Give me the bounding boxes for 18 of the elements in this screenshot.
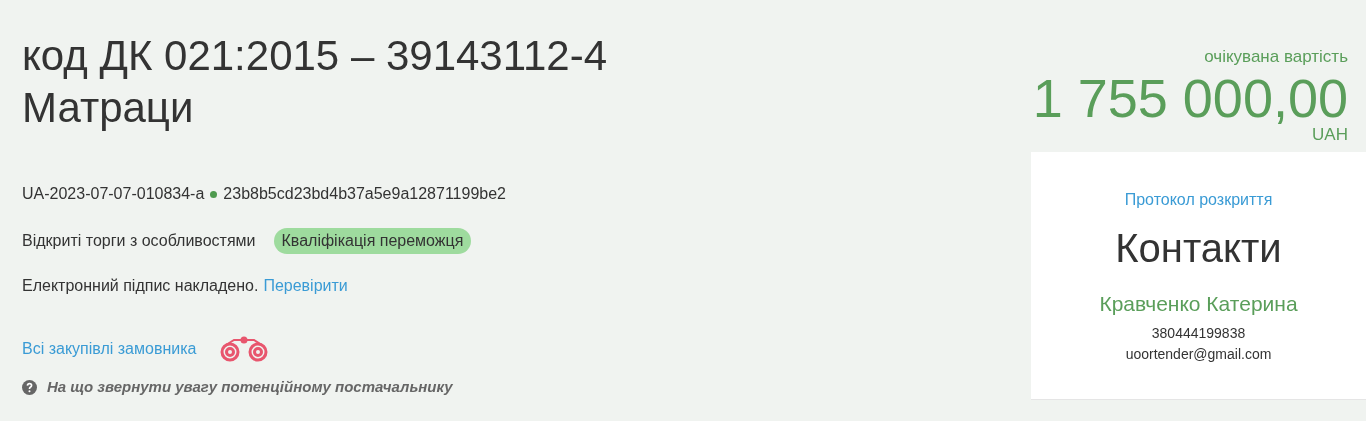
contact-name: Кравченко Катерина xyxy=(1099,290,1298,317)
value-label: очікувана вартість xyxy=(1204,46,1348,68)
buyer-tenders-link[interactable]: Всі закупівлі замовника xyxy=(22,337,197,361)
tender-hash: 23b8b5cd23bd4b37a5e9a12871199be2 xyxy=(223,184,506,204)
verify-link[interactable]: Перевірити xyxy=(263,274,348,298)
currency: UAH xyxy=(1312,125,1348,144)
signature-text: Електронний підпис накладено. xyxy=(22,276,259,296)
page-title: код ДК 021:2015 – 39143112-4 Матраци xyxy=(22,31,608,133)
value-amount: 1 755 000,00 xyxy=(1032,69,1348,126)
contact-email: uoortender@gmail.com xyxy=(1125,345,1272,364)
supplier-hint: На що звернути увагу потенційному постачальнику xyxy=(47,377,453,397)
contacts-heading: Контакти xyxy=(1115,224,1282,272)
protocol-link[interactable]: Протокол розкриття xyxy=(1124,187,1273,212)
procedure-type: Відкриті торги з особливостями xyxy=(22,231,256,251)
tender-id: UA-2023-07-07-010834-a xyxy=(22,184,205,204)
status-badge: Кваліфікація переможця xyxy=(273,228,472,254)
contact-phone: 380444199838 xyxy=(1151,324,1246,343)
help-icon xyxy=(22,379,37,395)
